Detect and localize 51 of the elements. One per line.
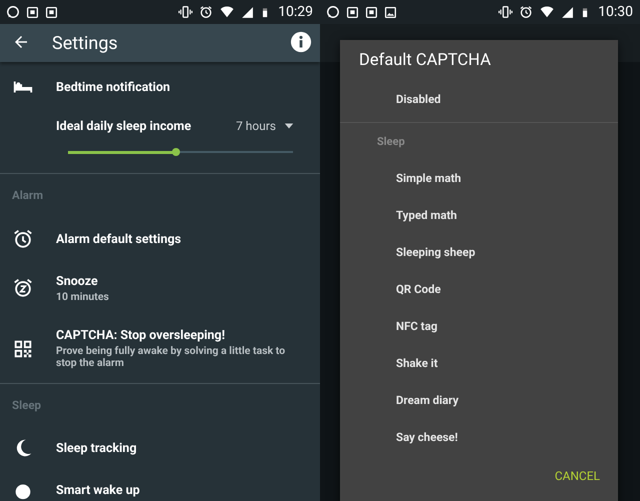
- captcha-option[interactable]: NFC tag: [340, 307, 618, 344]
- item-title: CAPTCHA: Stop oversleeping!: [56, 328, 226, 343]
- alarm-clock-icon: [12, 228, 34, 250]
- item-title: Smart wake up: [56, 482, 141, 498]
- item-subtitle: Prove being fully awake by solving a little task to stop the alarm: [56, 345, 286, 369]
- captcha-option[interactable]: Typed math: [340, 196, 618, 233]
- settings-item[interactable]: CAPTCHA: Stop oversleeping! Prove being fully awake by solving a little task to stop the alarm: [0, 314, 320, 383]
- alarm-icon: [519, 5, 534, 19]
- item-title: Snooze: [56, 274, 99, 288]
- snooze-icon: [12, 277, 34, 299]
- captcha-option[interactable]: QR Code: [340, 270, 618, 307]
- dialog-title: Default CAPTCHA: [358, 50, 492, 72]
- signal-icon: [561, 6, 574, 18]
- settings-item[interactable]: Snooze 10 minutes: [0, 262, 320, 314]
- vibrate-icon: [498, 5, 514, 19]
- dropdown-caret-icon: [284, 121, 294, 131]
- settings-item[interactable]: Alarm default settings: [0, 216, 320, 262]
- captcha-option[interactable]: Dream diary: [340, 381, 618, 418]
- notification-icon: [45, 6, 58, 18]
- settings-item[interactable]: Sleep tracking: [0, 426, 320, 470]
- notification-icon: [365, 6, 378, 18]
- captcha-option[interactable]: Say cheese!: [340, 418, 618, 455]
- item-title: Ideal daily sleep income: [56, 118, 192, 134]
- section-header: Sleep: [11, 397, 42, 414]
- cancel-button[interactable]: CANCEL: [554, 465, 600, 487]
- wifi-icon: [219, 5, 236, 19]
- item-title: Bedtime notification: [56, 80, 172, 94]
- item-title: Sleep tracking: [56, 440, 138, 456]
- wifi-icon: [539, 5, 556, 19]
- hours-dropdown[interactable]: 7 hours: [236, 119, 294, 133]
- screen-title: Settings: [52, 32, 119, 54]
- group-header: Sleep: [376, 134, 406, 150]
- section-header: Alarm: [11, 187, 44, 204]
- settings-item[interactable]: Smart wake up: [0, 470, 320, 501]
- captcha-option[interactable]: Disabled: [340, 80, 618, 117]
- item-subtitle: 10 minutes: [56, 290, 110, 302]
- slider-thumb[interactable]: [172, 148, 180, 156]
- info-icon: [290, 30, 312, 52]
- captcha-option[interactable]: Shake it: [340, 344, 618, 381]
- notification-icon: [26, 6, 39, 18]
- status-time: 10:29: [278, 4, 313, 20]
- image-icon: [384, 6, 397, 18]
- alarm-icon: [199, 5, 214, 19]
- signal-icon: [241, 6, 254, 18]
- status-time: 10:30: [598, 4, 633, 20]
- captcha-option[interactable]: Simple math: [340, 159, 618, 196]
- captcha-option[interactable]: Sleeping sheep: [340, 233, 618, 270]
- notification-icon: [346, 6, 359, 18]
- vibrate-icon: [178, 5, 194, 19]
- settings-item[interactable]: Bedtime notification: [0, 62, 320, 112]
- item-title: Alarm default settings: [56, 232, 182, 246]
